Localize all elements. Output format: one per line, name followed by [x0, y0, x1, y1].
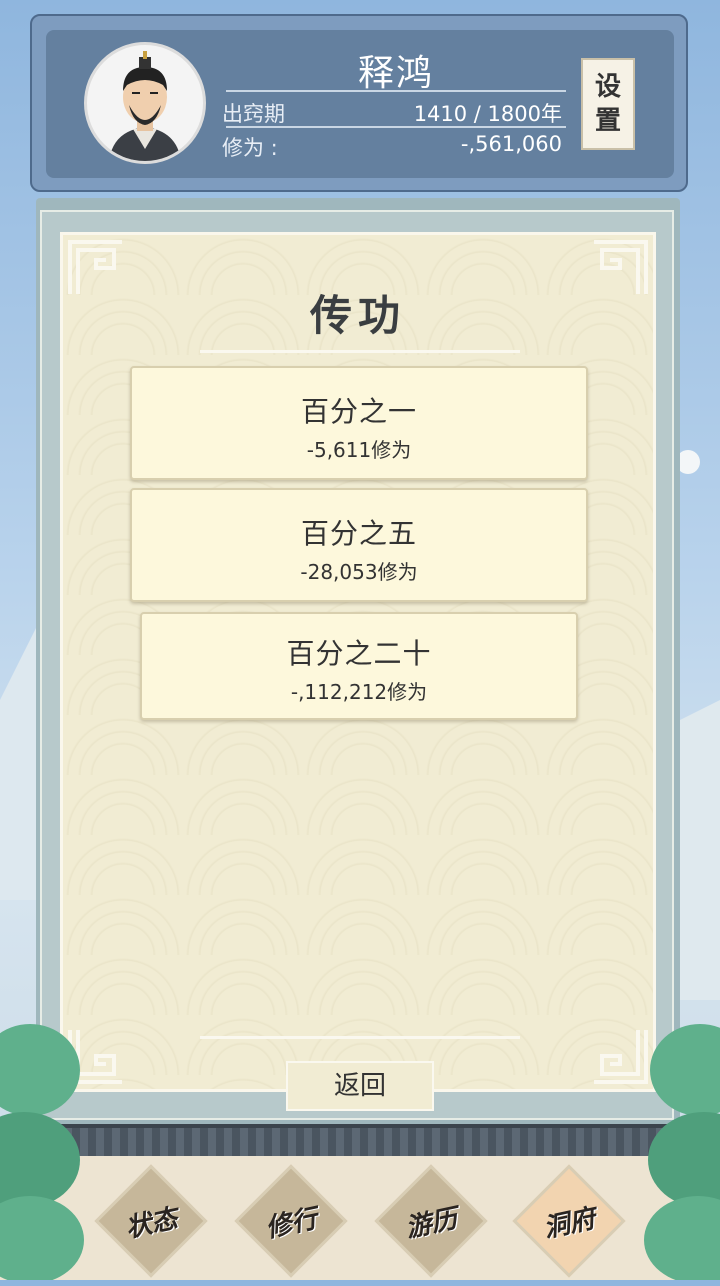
- title-divider: [200, 350, 520, 353]
- name-divider: [226, 90, 566, 92]
- option-title: 百分之二十: [286, 637, 432, 670]
- option-cost: -,112,212修为: [290, 680, 428, 704]
- cultivator-portrait-icon: [109, 51, 181, 161]
- nav-cultivate-button[interactable]: 修行: [234, 1164, 348, 1278]
- option-title: 百分之一: [300, 395, 417, 428]
- option-one-percent[interactable]: 百分之一 -5,611修为: [130, 366, 588, 480]
- nav-label: 洞府: [540, 1203, 599, 1244]
- pine-tree-left-icon: [0, 1024, 84, 1280]
- nav-status-button[interactable]: 状态: [94, 1164, 208, 1278]
- settings-button[interactable]: 设 置: [581, 58, 635, 150]
- pine-tree-right-icon: [644, 1024, 720, 1280]
- settings-char-1: 设: [594, 72, 621, 102]
- roof-tiles: [40, 1128, 680, 1156]
- cultivation-label: 修为 :: [222, 136, 278, 160]
- nav-label: 游历: [402, 1203, 461, 1244]
- option-cost: -28,053修为: [300, 560, 418, 584]
- nav-label: 状态: [122, 1203, 181, 1244]
- panel-title: 传功: [309, 291, 406, 340]
- cultivation-value: -,561,060: [460, 132, 562, 156]
- option-cost: -5,611修为: [306, 438, 412, 462]
- player-avatar[interactable]: [84, 42, 206, 164]
- back-button[interactable]: 返回: [286, 1061, 434, 1111]
- nav-label: 修行: [262, 1203, 321, 1244]
- bottom-divider: [200, 1036, 520, 1039]
- realm-label: 出窍期: [222, 102, 285, 126]
- stat-divider: [226, 126, 566, 128]
- settings-char-2: 置: [594, 106, 621, 136]
- realm-value: 1410 / 1800年: [413, 102, 562, 126]
- option-twenty-percent[interactable]: 百分之二十 -,112,212修为: [140, 612, 578, 720]
- player-name: 释鸿: [357, 53, 434, 94]
- option-five-percent[interactable]: 百分之五 -28,053修为: [130, 488, 588, 602]
- nav-travel-button[interactable]: 游历: [374, 1164, 488, 1278]
- nav-cave-button[interactable]: 洞府: [512, 1164, 626, 1278]
- option-title: 百分之五: [300, 517, 417, 550]
